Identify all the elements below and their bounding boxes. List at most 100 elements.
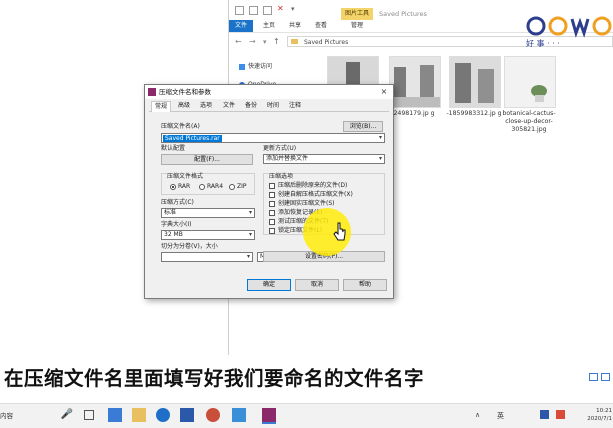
forward-arrow-icon[interactable]: → <box>249 37 256 46</box>
format-zip-label: ZIP <box>237 183 247 190</box>
tab-general[interactable]: 常规 <box>151 101 172 112</box>
file-thumbnail[interactable] <box>449 56 501 108</box>
format-zip-radio[interactable] <box>229 184 235 190</box>
option-delete-after-checkbox[interactable] <box>269 183 275 189</box>
close-icon[interactable]: × <box>377 85 391 99</box>
file-thumbnail[interactable] <box>504 56 556 108</box>
option-solid-label: 创建固实压缩文件(S) <box>278 200 335 207</box>
explorer-title: Saved Pictures <box>379 10 427 18</box>
photo-thumbnail-image <box>390 57 440 107</box>
new-folder-icon[interactable] <box>263 6 272 15</box>
method-label: 压缩方式(C) <box>161 199 194 206</box>
option-solid-checkbox[interactable] <box>269 201 275 207</box>
microphone-icon[interactable]: 🎤 <box>60 408 74 422</box>
edge-icon[interactable] <box>156 408 170 422</box>
split-size-input[interactable] <box>161 252 253 262</box>
option-recovery-checkbox[interactable] <box>269 210 275 216</box>
cancel-button[interactable]: 取消 <box>295 279 339 291</box>
nav-item-quick-access[interactable]: 快速访问 <box>239 62 272 72</box>
default-config-label: 默认配置 <box>161 145 186 152</box>
option-sfx-checkbox[interactable] <box>269 192 275 198</box>
tab-files[interactable]: 文件 <box>223 101 235 111</box>
properties-icon[interactable] <box>249 6 258 15</box>
logo-graphic <box>526 16 612 38</box>
options-label: 压缩选项 <box>269 173 294 181</box>
config-button[interactable]: 配置(F)... <box>161 154 253 165</box>
format-rar-radio[interactable] <box>170 184 176 190</box>
clock-date: 2020/7/1 <box>587 416 612 422</box>
split-volume-label: 切分为分卷(V)，大小 <box>161 243 218 250</box>
browse-button[interactable]: 浏览(B)... <box>343 121 383 132</box>
ribbon-tab-file[interactable]: 文件 <box>229 20 253 32</box>
tray-chevron-icon[interactable]: ∧ <box>475 411 480 419</box>
dictionary-label: 字典大小(I) <box>161 221 192 228</box>
word-icon[interactable] <box>540 410 549 419</box>
picture-tools-tab[interactable]: 图片工具 <box>341 8 373 20</box>
tab-advanced[interactable]: 高级 <box>178 101 190 111</box>
taskbar-search-text[interactable]: 内容 <box>0 409 13 423</box>
recent-chevron-icon[interactable]: ▾ <box>263 38 267 46</box>
method-select[interactable]: 标准 <box>161 208 255 218</box>
back-arrow-icon[interactable]: ← <box>235 37 242 46</box>
dictionary-select[interactable]: 32 MB <box>161 230 255 240</box>
help-button[interactable]: 帮助 <box>343 279 387 291</box>
update-mode-select[interactable]: 添加并替换文件 <box>263 154 385 164</box>
format-rar4-radio[interactable] <box>199 184 205 190</box>
ribbon-tab-home[interactable]: 主页 <box>259 20 279 32</box>
tab-comment[interactable]: 注释 <box>289 101 301 111</box>
tab-time[interactable]: 时间 <box>267 101 279 111</box>
ribbon-tab-view[interactable]: 查看 <box>311 20 331 32</box>
photo-thumbnail-image <box>450 57 500 107</box>
ok-button[interactable]: 确定 <box>247 279 291 291</box>
clock[interactable]: 10:21 2020/7/1 <box>580 407 612 423</box>
app-tray-icon[interactable] <box>556 410 565 419</box>
folder-icon <box>291 39 298 44</box>
store-icon[interactable] <box>108 408 122 422</box>
archive-name-label: 压缩文件名(A) <box>161 123 200 130</box>
folder-icon[interactable] <box>235 6 244 15</box>
undo-icon[interactable]: ✕ <box>277 4 284 13</box>
format-label: 压缩文件格式 <box>167 173 204 181</box>
file-name: 2498179.jp g <box>393 110 435 117</box>
clock-time: 10:21 <box>596 408 612 414</box>
up-arrow-icon[interactable]: ↑ <box>273 37 280 46</box>
details-view-icon[interactable] <box>589 373 598 381</box>
large-icons-view-icon[interactable] <box>601 373 610 381</box>
taskbar: 内容 🎤 ∧ 英 10:21 2020/7/1 <box>0 403 613 428</box>
ribbon-tab-share[interactable]: 共享 <box>285 20 305 32</box>
archive-name-input[interactable]: Saved Pictures.rar <box>161 133 385 143</box>
task-view-icon[interactable] <box>84 410 94 420</box>
archive-format-group: 压缩文件格式 RAR RAR4 ZIP <box>161 173 255 195</box>
option-test-checkbox[interactable] <box>269 219 275 225</box>
archive-name-dialog: 压缩文件名和参数 × 常规 高级 选项 文件 备份 时间 注释 压缩文件名(A)… <box>144 84 394 299</box>
logo-text: 好 事 · · · <box>526 39 560 48</box>
star-icon <box>239 63 245 70</box>
file-thumbnail[interactable] <box>389 56 441 108</box>
dialog-title: 压缩文件名和参数 <box>159 88 211 96</box>
option-sfx-label: 创建自解压格式压缩文件(X) <box>278 191 353 198</box>
format-rar4-label: RAR4 <box>207 183 224 190</box>
photo-thumbnail-image <box>505 57 555 107</box>
mouse-cursor-icon <box>333 222 346 241</box>
update-mode-label: 更新方式(U) <box>263 145 297 152</box>
quick-access-dropdown-icon[interactable]: ▾ <box>291 5 295 13</box>
option-lock-checkbox[interactable] <box>269 228 275 234</box>
video-subtitle: 在压缩文件名里面填写好我们要命名的文件名字 <box>4 367 425 390</box>
file-name: -1859983312.jp g <box>446 110 502 117</box>
winrar-icon <box>148 88 156 96</box>
tab-options[interactable]: 选项 <box>200 101 212 111</box>
dialog-titlebar: 压缩文件名和参数 × <box>145 85 393 99</box>
archive-name-value: Saved Pictures.rar <box>163 135 222 142</box>
mail-icon[interactable] <box>180 408 194 422</box>
tab-backup[interactable]: 备份 <box>245 101 257 111</box>
app-icon[interactable] <box>232 408 246 422</box>
file-explorer-taskbar-icon[interactable] <box>132 408 146 422</box>
ribbon-tab-manage[interactable]: 管理 <box>347 20 367 32</box>
dialog-tabs: 常规 高级 选项 文件 备份 时间 注释 <box>149 101 389 112</box>
file-name: botanical-cactus-close-up-decor-305821.j… <box>502 110 556 133</box>
winrar-taskbar-icon[interactable] <box>262 408 276 424</box>
brand-logo: 好 事 · · · <box>524 14 613 50</box>
app-icon[interactable] <box>206 408 220 422</box>
ime-indicator[interactable]: 英 <box>497 409 504 423</box>
option-delete-after-label: 压缩后删除原来的文件(D) <box>278 182 348 189</box>
